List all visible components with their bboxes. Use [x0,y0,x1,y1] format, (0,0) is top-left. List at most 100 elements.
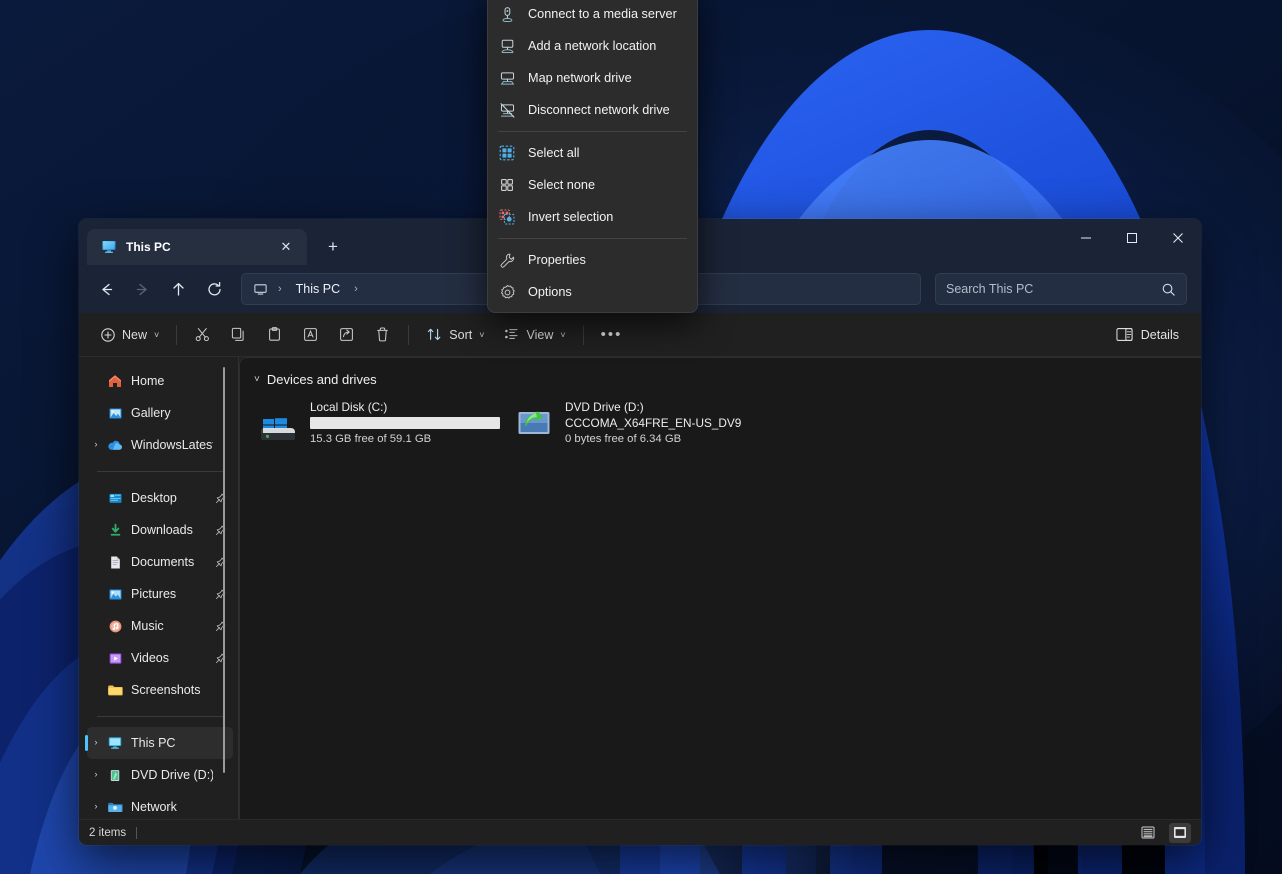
drive-item-local-disk-c[interactable]: Local Disk (C:) 15.3 GB free of 59.1 GB [250,395,505,451]
navigation-pane-scrollbar[interactable] [223,367,225,773]
toolbar-divider-2 [408,324,410,345]
sidebar-item-videos[interactable]: Videos [87,642,233,674]
sidebar-divider [97,471,223,472]
dvd-drive-icon [513,402,555,444]
window-body: Home Gallery › WindowsLatest Desktop Dow… [79,357,1201,819]
expand-chevron-icon[interactable]: › [87,440,105,450]
details-button-label: Details [1140,327,1179,342]
sidebar-item-documents[interactable]: Documents [87,546,233,578]
sidebar-item-dvd-drive[interactable]: › DVD Drive (D:) C [87,759,233,791]
options-icon [498,283,516,301]
forward-button[interactable] [125,273,159,305]
sidebar-item-home[interactable]: Home [87,365,233,397]
minimize-button[interactable] [1063,219,1109,257]
maximize-button[interactable] [1109,219,1155,257]
sidebar-item-downloads[interactable]: Downloads [87,514,233,546]
refresh-button[interactable] [197,273,231,305]
sidebar-label: WindowsLatest [131,438,213,452]
sidebar-label: DVD Drive (D:) C [131,768,213,782]
sidebar-label: Home [131,374,165,388]
menu-item-label: Select all [528,146,580,160]
menu-item-add-a-network-location[interactable]: Add a network location [492,30,693,62]
delete-button[interactable] [365,319,400,351]
music-icon [105,617,125,635]
sidebar-label: Pictures [131,587,177,601]
more-options-button[interactable]: ••• [592,319,632,351]
view-button[interactable]: View ˅ [494,319,574,351]
sidebar-label: This PC [131,736,176,750]
menu-item-properties[interactable]: Properties [492,244,693,276]
sidebar-item-desktop[interactable]: Desktop [87,482,233,514]
expand-chevron-icon[interactable]: › [87,738,105,748]
menu-item-label: Connect to a media server [528,7,677,21]
drive-name: DVD Drive (D:) [565,400,644,414]
dvd-drive-icon [105,766,125,784]
menu-item-select-all[interactable]: Select all [492,137,693,169]
search-input[interactable] [946,282,1161,296]
folder-icon [105,681,125,699]
disconnect-network-drive-icon [498,101,516,119]
context-menu: Connect to a media server Add a network … [487,0,698,313]
breadcrumb-trailing-chevron-icon[interactable]: › [348,283,364,295]
new-button[interactable]: New ˅ [91,319,168,351]
drive-usage-bar [310,417,500,429]
file-list-pane[interactable]: ˅ Devices and drives Local Disk (C:) 15.… [239,357,1201,819]
sidebar-label: Desktop [131,491,177,505]
this-pc-icon [105,734,125,752]
new-button-label: New [122,327,148,342]
select-none-icon [498,176,516,194]
add-network-location-icon [498,37,516,55]
menu-item-disconnect-network-drive[interactable]: Disconnect network drive [492,94,693,126]
menu-item-invert-selection[interactable]: Invert selection [492,201,693,233]
list-view-toggle[interactable] [1137,823,1159,843]
group-header-devices-and-drives[interactable]: ˅ Devices and drives [250,370,1191,389]
chevron-down-icon: ˅ [479,329,485,340]
downloads-icon [105,521,125,539]
details-view-toggle[interactable] [1169,822,1191,843]
close-window-button[interactable] [1155,219,1201,257]
tab-strip: This PC ✕ + [79,219,349,265]
expand-chevron-icon[interactable]: › [87,770,105,780]
sidebar-item-this-pc[interactable]: › This PC [85,727,233,759]
tab-this-pc[interactable]: This PC ✕ [87,229,307,265]
chevron-down-icon[interactable]: ˅ [254,374,260,385]
drive-free-space: 0 bytes free of 6.34 GB [565,433,682,445]
sidebar-item-music[interactable]: Music [87,610,233,642]
sidebar-item-windowslatest[interactable]: › WindowsLatest [87,429,233,461]
sort-button-label: Sort [449,327,473,342]
menu-item-options[interactable]: Options [492,276,693,308]
sort-button[interactable]: Sort ˅ [417,319,493,351]
cut-button[interactable] [185,319,220,351]
invert-selection-icon [498,208,516,226]
sidebar-item-network[interactable]: › Network [87,791,233,819]
search-icon[interactable] [1161,282,1176,297]
this-pc-icon [101,239,117,255]
menu-item-label: Invert selection [528,210,614,224]
search-box[interactable] [935,273,1187,305]
command-bar: New ˅ Sort ˅ View ˅ ••• Details [79,313,1201,357]
chevron-down-icon: ˅ [560,329,566,340]
rename-button[interactable] [293,319,328,351]
menu-item-label: Add a network location [528,39,657,53]
expand-chevron-icon[interactable]: › [87,802,105,812]
copy-button[interactable] [221,319,256,351]
menu-item-map-network-drive[interactable]: Map network drive [492,62,693,94]
menu-item-label: Disconnect network drive [528,103,670,117]
sidebar-item-gallery[interactable]: Gallery [87,397,233,429]
up-button[interactable] [161,273,195,305]
menu-item-connect-to-a-media-server[interactable]: Connect to a media server [492,0,693,30]
back-button[interactable] [89,273,123,305]
breadcrumb-item-this-pc[interactable]: This PC [290,279,346,299]
sidebar-label: Documents [131,555,195,569]
details-pane-button[interactable]: Details [1106,319,1189,351]
new-tab-button[interactable]: + [317,231,349,263]
sidebar-item-screenshots[interactable]: Screenshots [87,674,233,706]
paste-button[interactable] [257,319,292,351]
share-button[interactable] [329,319,364,351]
sidebar-item-pictures[interactable]: Pictures [87,578,233,610]
drive-item-dvd-drive-d[interactable]: DVD Drive (D:) CCCOMA_X64FRE_EN-US_DV9 0… [505,395,760,451]
close-tab-icon[interactable]: ✕ [273,234,299,260]
drive-volume-label: CCCOMA_X64FRE_EN-US_DV9 [565,416,742,430]
drive-info: Local Disk (C:) 15.3 GB free of 59.1 GB [310,400,500,446]
menu-item-select-none[interactable]: Select none [492,169,693,201]
